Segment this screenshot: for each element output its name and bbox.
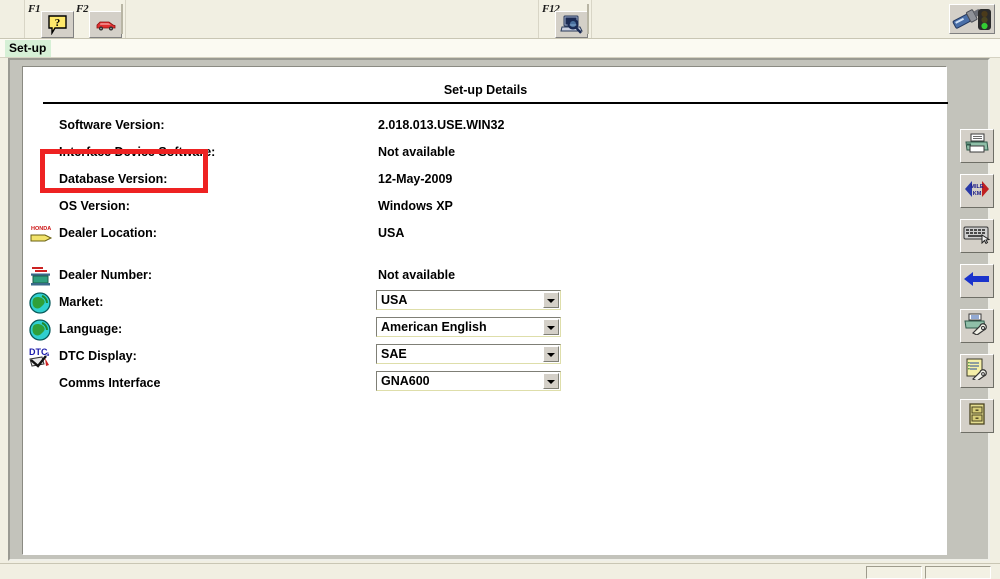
fkey-button-f12[interactable]: F12	[541, 3, 588, 38]
notepad-settings-icon	[964, 358, 990, 385]
globe-icon	[29, 319, 53, 343]
svg-text:KM: KM	[973, 191, 982, 197]
row-software-version: Software Version: 2.018.013.USE.WIN32	[23, 115, 948, 142]
file-cabinet-icon	[967, 402, 987, 430]
row-dealer-location: HONDA Dealer Location: USA	[23, 223, 948, 250]
printer-settings-button[interactable]	[960, 309, 994, 343]
chevron-down-icon[interactable]	[543, 346, 559, 362]
computer-search-icon	[555, 11, 588, 38]
value-dealer-number: Not available	[378, 268, 456, 282]
row-language: Language: American English	[23, 317, 948, 346]
fkey-separator-f12	[587, 4, 589, 34]
back-button[interactable]	[960, 264, 994, 298]
fkey-button-f1[interactable]: F1 ?	[27, 3, 74, 38]
tab-setup[interactable]: Set-up	[5, 40, 52, 57]
keyboard-icon	[963, 224, 991, 249]
honda-dealer-location-icon: HONDA	[29, 223, 53, 247]
chevron-down-icon[interactable]	[543, 319, 559, 335]
svg-text:?: ?	[54, 17, 60, 29]
row-os-version: OS Version: Windows XP	[23, 196, 948, 223]
fkey-group-left: F1 ? F2	[24, 0, 126, 38]
label-comms-interface: Comms Interface	[59, 376, 161, 390]
fkey-label-f2: F2	[76, 3, 89, 15]
value-os-version: Windows XP	[378, 199, 453, 213]
label-language: Language:	[59, 322, 123, 336]
market-dropdown[interactable]: USA	[376, 290, 561, 310]
label-dealer-location: Dealer Location:	[59, 226, 157, 240]
svg-text:MILE: MILE	[970, 184, 983, 190]
diagnostic-connector-icon[interactable]	[949, 4, 995, 34]
fkey-button-f2[interactable]: F2	[75, 3, 122, 38]
row-database-version: Database Version: 12-May-2009	[23, 169, 948, 196]
dealer-building-icon	[29, 265, 53, 289]
printer-settings-icon	[963, 313, 991, 340]
keyboard-input-button[interactable]	[960, 219, 994, 253]
fkey-separator	[121, 4, 123, 34]
globe-icon	[29, 292, 53, 316]
language-value: American English	[381, 320, 487, 334]
main-window: Set-up Details Software Version: 2.018.0…	[8, 58, 994, 561]
tab-strip: Set-up	[0, 39, 1000, 58]
label-dealer-number: Dealer Number:	[59, 268, 153, 282]
page-title: Set-up Details	[443, 83, 528, 97]
value-dealer-location: USA	[378, 226, 405, 240]
label-software-version: Software Version:	[59, 118, 165, 132]
mile-km-toggle-icon: MILE KM	[963, 178, 991, 205]
status-cell-1	[866, 566, 922, 579]
dtc-display-dropdown[interactable]: SAE	[376, 344, 561, 364]
label-dtc-display: DTC Display:	[59, 349, 137, 363]
market-value: USA	[381, 293, 408, 307]
file-cabinet-button[interactable]	[960, 399, 994, 433]
value-interface-device-software: Not available	[378, 145, 456, 159]
value-software-version: 2.018.013.USE.WIN32	[378, 118, 505, 132]
label-os-version: OS Version:	[59, 199, 130, 213]
help-question-icon: ?	[41, 11, 74, 38]
status-cell-2	[925, 566, 991, 579]
fkey-group-f12: F12	[538, 0, 592, 38]
row-dtc-display: DTC s DTC Display: SAE	[23, 344, 948, 373]
dtc-display-value: SAE	[381, 347, 407, 361]
units-toggle-button[interactable]: MILE KM	[960, 174, 994, 208]
label-database-version: Database Version:	[59, 172, 168, 186]
label-interface-device-software: Interface Device Software:	[59, 145, 216, 159]
row-interface-device-software: Interface Device Software: Not available	[23, 142, 948, 169]
printer-icon	[964, 133, 990, 160]
svg-text:HONDA: HONDA	[31, 226, 51, 232]
print-button[interactable]	[960, 129, 994, 163]
row-market: Market: USA	[23, 290, 948, 319]
row-comms-interface: Comms Interface GNA600	[23, 371, 948, 400]
setup-details-panel: Set-up Details Software Version: 2.018.0…	[22, 66, 948, 555]
value-database-version: 12-May-2009	[378, 172, 453, 186]
report-settings-button[interactable]	[960, 354, 994, 388]
function-key-toolbar: F1 ? F2 F12	[0, 0, 1000, 39]
chevron-down-icon[interactable]	[543, 292, 559, 308]
comms-interface-dropdown[interactable]: GNA600	[376, 371, 561, 391]
blue-back-arrow-icon	[963, 270, 991, 293]
side-toolbar: MILE KM	[951, 66, 994, 555]
row-dealer-number: Dealer Number: Not available	[23, 265, 948, 292]
language-dropdown[interactable]: American English	[376, 317, 561, 337]
status-bar	[0, 563, 1000, 579]
fkey-label-f1: F1	[28, 3, 41, 15]
label-market: Market:	[59, 295, 104, 309]
car-icon	[89, 11, 122, 38]
chevron-down-icon[interactable]	[543, 373, 559, 389]
comms-interface-value: GNA600	[381, 374, 430, 388]
dtc-check-icon: DTC s	[29, 346, 53, 370]
title-divider	[43, 102, 948, 104]
